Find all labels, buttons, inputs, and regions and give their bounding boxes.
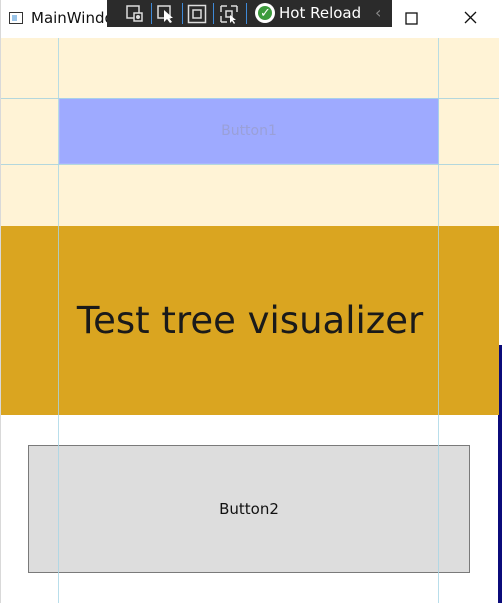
heading-text: Test tree visualizer xyxy=(76,299,424,342)
main-window: MainWindow ✓ Hot Reload ‹ Button1 Test t… xyxy=(0,0,499,603)
window-app-icon xyxy=(9,12,23,24)
display-layout-adorners-icon[interactable] xyxy=(185,2,209,25)
check-glyph: ✓ xyxy=(260,6,271,21)
hot-reload-label: Hot Reload xyxy=(279,4,362,22)
top-grid-row: Button1 xyxy=(1,38,499,226)
toolbar-separator xyxy=(151,3,152,24)
title-bar[interactable]: MainWindow ✓ Hot Reload ‹ xyxy=(1,0,499,39)
track-focus-icon[interactable] xyxy=(217,2,241,25)
layout-guide-line xyxy=(58,38,59,603)
button2[interactable]: Button2 xyxy=(28,445,470,573)
collapse-toolbar-chevron-icon[interactable]: ‹ xyxy=(375,3,381,22)
toolbar-separator xyxy=(213,3,214,24)
layout-guide-line xyxy=(438,38,439,603)
maximize-button[interactable] xyxy=(389,6,435,30)
hot-reload-toolbar: ✓ Hot Reload ‹ xyxy=(107,0,392,27)
toolbar-separator xyxy=(246,3,247,24)
heading-row: Test tree visualizer xyxy=(1,226,499,415)
window-content: Button1 Test tree visualizer Button2 xyxy=(1,38,499,603)
select-element-icon[interactable] xyxy=(154,2,178,25)
toolbar-separator xyxy=(182,3,183,24)
live-visual-tree-icon[interactable] xyxy=(123,2,147,25)
layout-guide-line xyxy=(1,98,499,99)
close-button[interactable] xyxy=(447,6,493,30)
button1[interactable]: Button1 xyxy=(59,98,439,164)
layout-guide-line xyxy=(1,164,499,165)
